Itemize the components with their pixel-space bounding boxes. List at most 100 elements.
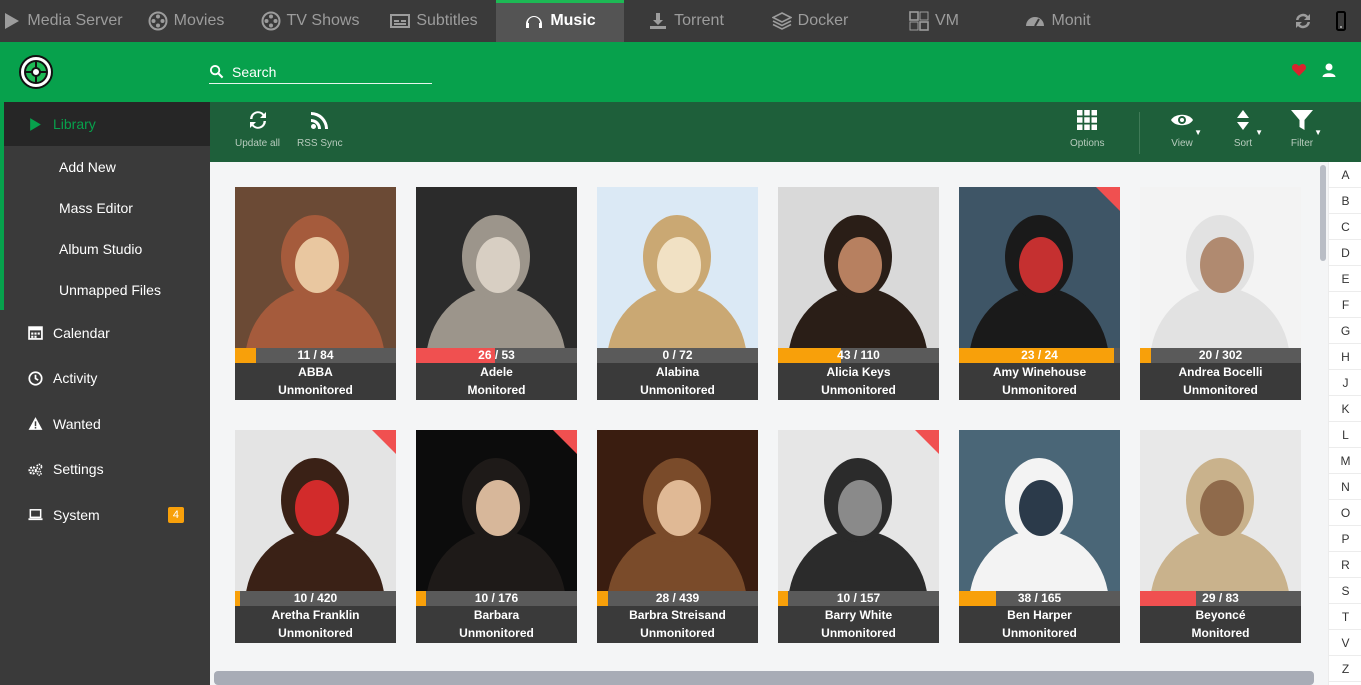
jump-letter[interactable]: C (1329, 214, 1361, 240)
jump-letter[interactable]: Z (1329, 656, 1361, 682)
artist-card[interactable]: 28 / 439 Barbra Streisand Unmonitored (597, 430, 758, 643)
jump-letter[interactable]: F (1329, 292, 1361, 318)
view-button[interactable]: View ▼ (1170, 108, 1202, 149)
sidebar-item-library[interactable]: Library (0, 102, 210, 146)
artist-card[interactable]: 10 / 157 Barry White Unmonitored (778, 430, 939, 643)
artist-poster[interactable] (235, 187, 396, 348)
logo-icon (24, 60, 48, 84)
artist-card[interactable]: 38 / 165 Ben Harper Unmonitored (959, 430, 1120, 643)
artist-card[interactable]: 43 / 110 Alicia Keys Unmonitored (778, 187, 939, 400)
artist-name[interactable]: Ben Harper (959, 606, 1120, 624)
artist-poster[interactable] (416, 430, 577, 591)
mobile-icon[interactable] (1331, 11, 1351, 31)
sidebar-item-unmapped-files[interactable]: Unmapped Files (0, 269, 210, 310)
jump-letter[interactable]: E (1329, 266, 1361, 292)
artist-card[interactable]: 23 / 24 Amy Winehouse Unmonitored (959, 187, 1120, 400)
artist-name[interactable]: Amy Winehouse (959, 363, 1120, 381)
filter-button[interactable]: Filter ▼ (1290, 108, 1322, 149)
jump-letter[interactable]: B (1329, 188, 1361, 214)
artist-poster[interactable] (416, 187, 577, 348)
sidebar-item-label: Unmapped Files (59, 281, 161, 298)
artist-poster[interactable] (959, 187, 1120, 348)
artist-poster[interactable] (778, 187, 939, 348)
tab-subtitles[interactable]: Subtitles (372, 0, 496, 42)
artist-card[interactable]: 0 / 72 Alabina Unmonitored (597, 187, 758, 400)
sidebar-item-activity[interactable]: Activity (0, 356, 210, 402)
monitor-status: Unmonitored (1002, 626, 1077, 640)
artist-name[interactable]: ABBA (235, 363, 396, 381)
artist-poster[interactable] (235, 430, 396, 591)
sidebar-item-calendar[interactable]: Calendar (0, 310, 210, 356)
tab-tv-shows[interactable]: TV Shows (248, 0, 372, 42)
sidebar-item-add-new[interactable]: Add New (0, 146, 210, 187)
artist-name[interactable]: Barbara (416, 606, 577, 624)
artist-card[interactable]: 10 / 420 Aretha Franklin Unmonitored (235, 430, 396, 643)
jump-letter[interactable]: K (1329, 396, 1361, 422)
jump-letter[interactable]: N (1329, 474, 1361, 500)
artist-name[interactable]: Adele (416, 363, 577, 381)
tab-media-server[interactable]: Media Server (0, 0, 124, 42)
jump-letter[interactable]: M (1329, 448, 1361, 474)
artist-name[interactable]: Aretha Franklin (235, 606, 396, 624)
artist-name[interactable]: Andrea Bocelli (1140, 363, 1301, 381)
jump-letter[interactable]: J (1329, 370, 1361, 396)
artist-card[interactable]: 20 / 302 Andrea Bocelli Unmonitored (1140, 187, 1301, 400)
artist-poster[interactable] (959, 430, 1120, 591)
sidebar-item-mass-editor[interactable]: Mass Editor (0, 187, 210, 228)
update-all-button[interactable]: Update all (235, 108, 280, 149)
tab-movies[interactable]: Movies (124, 0, 248, 42)
tab-monit[interactable]: Monit (996, 0, 1120, 42)
rss-sync-button[interactable]: RSS Sync (297, 108, 343, 149)
artist-photo (959, 430, 1120, 591)
sidebar-item-wanted[interactable]: Wanted (0, 401, 210, 447)
artist-card[interactable]: 29 / 83 Beyoncé Monitored (1140, 430, 1301, 643)
refresh-icon[interactable] (1293, 11, 1313, 31)
monitor-status: Unmonitored (278, 626, 353, 640)
tab-docker[interactable]: Docker (748, 0, 872, 42)
tab-torrent[interactable]: Torrent (624, 0, 748, 42)
jump-letter[interactable]: G (1329, 318, 1361, 344)
artist-poster[interactable] (1140, 187, 1301, 348)
app-logo[interactable] (19, 55, 53, 89)
clock-icon (28, 371, 43, 386)
artist-name[interactable]: Beyoncé (1140, 606, 1301, 624)
horizontal-scrollbar[interactable] (214, 671, 1314, 685)
heart-icon[interactable] (1291, 62, 1307, 78)
artist-card[interactable]: 11 / 84 ABBA Unmonitored (235, 187, 396, 400)
jump-letter[interactable]: S (1329, 578, 1361, 604)
artist-poster[interactable] (597, 430, 758, 591)
artist-poster[interactable] (597, 187, 758, 348)
jump-letter[interactable]: O (1329, 500, 1361, 526)
options-button[interactable]: Options (1070, 108, 1104, 149)
artist-card[interactable]: 26 / 53 Adele Monitored (416, 187, 577, 400)
tab-vm[interactable]: VM (872, 0, 996, 42)
track-progress-bar: 26 / 53 (416, 348, 577, 363)
jump-letter[interactable]: A (1329, 162, 1361, 188)
sidebar-item-settings[interactable]: Settings (0, 447, 210, 493)
vertical-scrollbar[interactable] (1320, 165, 1326, 261)
sidebar-item-system[interactable]: System 4 (0, 492, 210, 538)
progress-text: 20 / 302 (1198, 348, 1243, 362)
jump-letter[interactable]: R (1329, 552, 1361, 578)
artist-name[interactable]: Barry White (778, 606, 939, 624)
artist-poster[interactable] (778, 430, 939, 591)
sidebar-item-album-studio[interactable]: Album Studio (0, 228, 210, 269)
search-input[interactable] (232, 63, 422, 80)
user-icon[interactable] (1321, 62, 1337, 78)
sort-button[interactable]: Sort ▼ (1231, 108, 1263, 149)
artist-poster[interactable] (1140, 430, 1301, 591)
artist-name[interactable]: Alabina (597, 363, 758, 381)
tab-music[interactable]: Music (496, 0, 624, 42)
rss-icon (310, 112, 328, 129)
jump-letter[interactable]: H (1329, 344, 1361, 370)
jump-letter[interactable]: T (1329, 604, 1361, 630)
jump-letter[interactable]: P (1329, 526, 1361, 552)
jump-letter[interactable]: V (1329, 630, 1361, 656)
artist-card[interactable]: 10 / 176 Barbara Unmonitored (416, 430, 577, 643)
jump-letter[interactable]: L (1329, 422, 1361, 448)
artist-name[interactable]: Barbra Streisand (597, 606, 758, 624)
jump-letter[interactable]: D (1329, 240, 1361, 266)
search-box (209, 60, 432, 84)
artist-name[interactable]: Alicia Keys (778, 363, 939, 381)
progress-text: 10 / 176 (474, 591, 519, 605)
